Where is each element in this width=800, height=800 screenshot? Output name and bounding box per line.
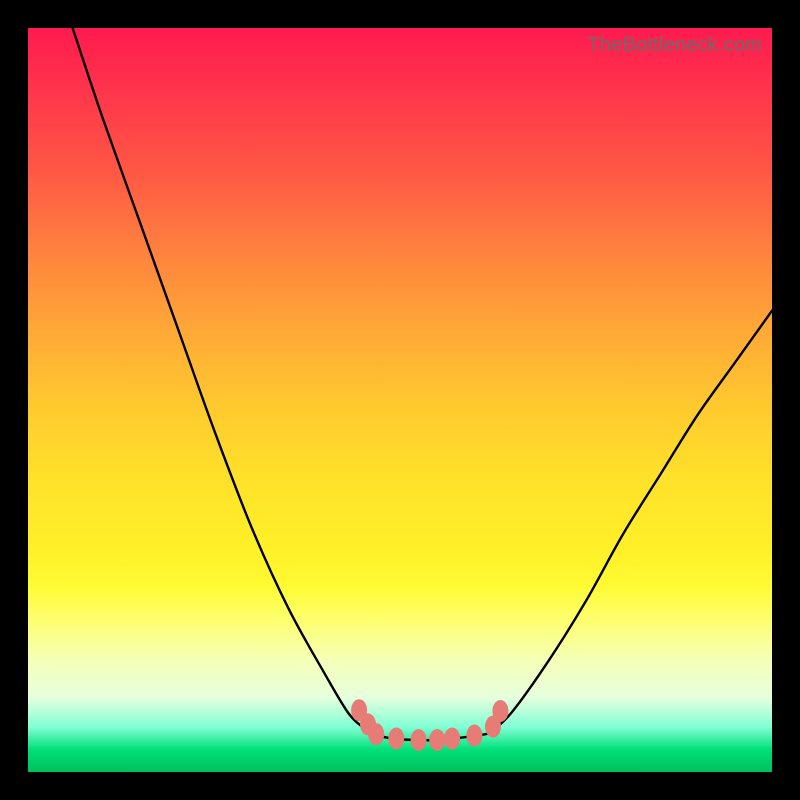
valley-marker <box>444 728 460 750</box>
valley-marker <box>368 723 384 745</box>
valley-marker <box>411 729 427 751</box>
chart-frame: TheBottleneck.com <box>0 0 800 800</box>
valley-marker-group <box>351 699 508 751</box>
valley-marker <box>429 729 445 751</box>
chart-plot-area: TheBottleneck.com <box>28 28 772 772</box>
chart-svg <box>28 28 772 772</box>
curve-right-branch <box>489 311 772 734</box>
valley-marker <box>492 700 508 722</box>
valley-marker <box>466 725 482 747</box>
curve-left-branch <box>73 28 374 735</box>
valley-marker <box>388 728 404 750</box>
